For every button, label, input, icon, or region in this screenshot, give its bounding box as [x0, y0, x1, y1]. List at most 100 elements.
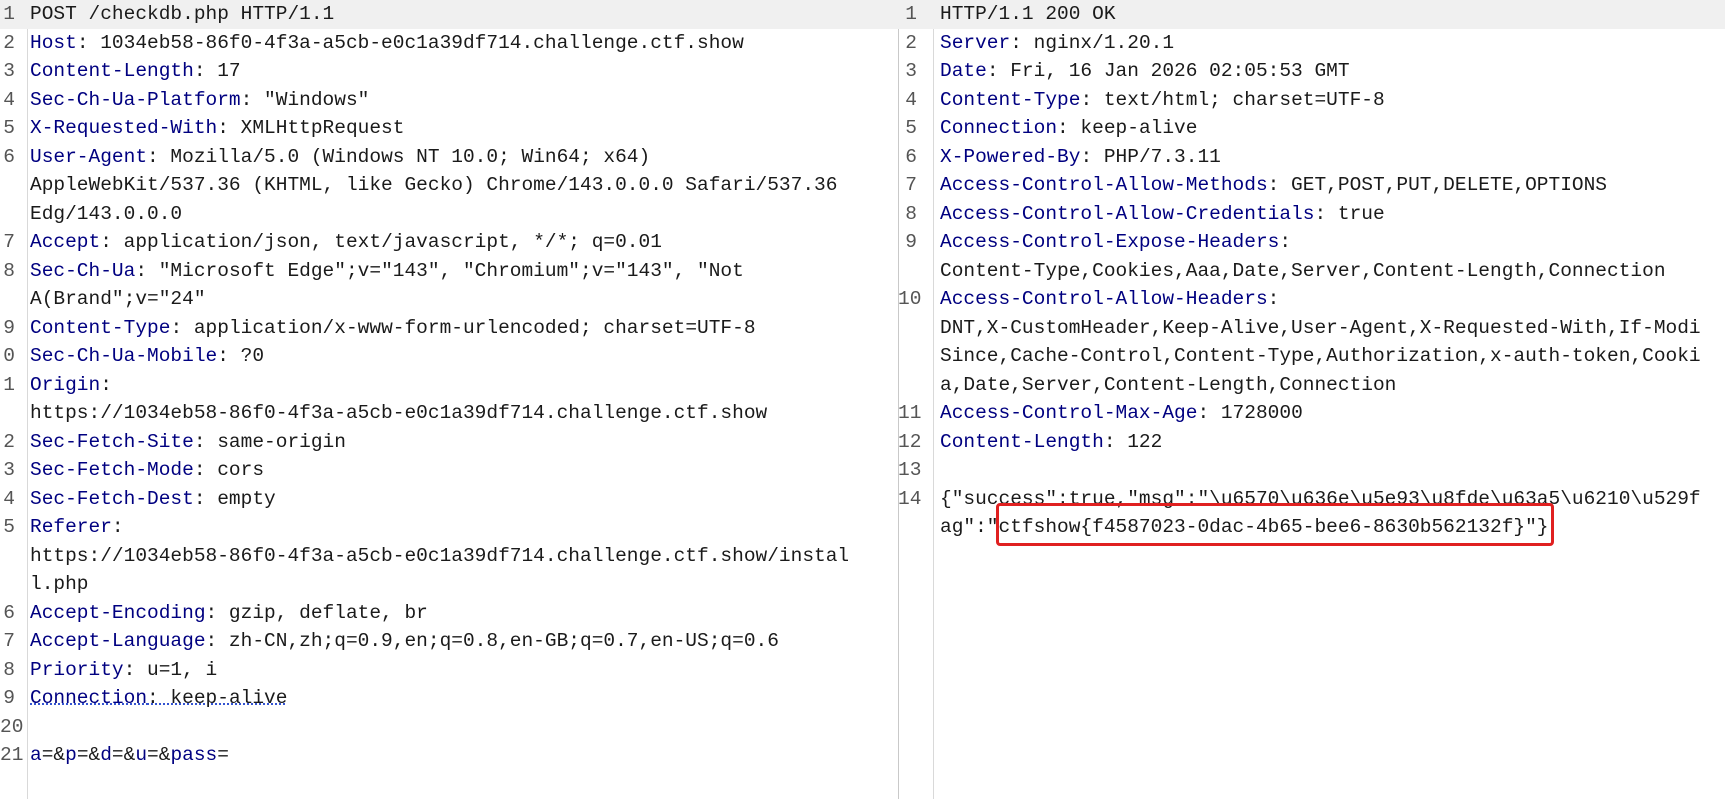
- response-line[interactable]: DNT,X-CustomHeader,Keep-Alive,User-Agent…: [898, 314, 1725, 343]
- request-line[interactable]: 2 Host: 1034eb58-86f0-4f3a-a5cb-e0c1a39df…: [0, 29, 898, 58]
- line-number: 3: [905, 60, 917, 82]
- header-name: Accept: [30, 231, 101, 253]
- response-line[interactable]: Since,Cache-Control,Content-Type,Authori…: [898, 342, 1725, 371]
- request-line[interactable]: 7 Accept: application/json, text/javascri…: [0, 228, 898, 257]
- response-line[interactable]: Content-Type,Cookies,Aaa,Date,Server,Con…: [898, 257, 1725, 286]
- request-line[interactable]: 6 User-Agent: Mozilla/5.0 (Windows NT 10.…: [0, 143, 898, 172]
- response-line[interactable]: 11 Access-Control-Max-Age: 1728000: [898, 399, 1725, 428]
- line-text: Content-Length: 17: [30, 57, 898, 86]
- request-line[interactable]: https://1034eb58-86f0-4f3a-a5cb-e0c1a39d…: [0, 542, 898, 571]
- request-line[interactable]: AppleWebKit/537.36 (KHTML, like Gecko) C…: [0, 171, 898, 200]
- request-line[interactable]: 4 Sec-Fetch-Dest: empty: [0, 485, 898, 514]
- response-line[interactable]: 7 Access-Control-Allow-Methods: GET,POST,…: [898, 171, 1725, 200]
- request-line[interactable]: 9 Connection: keep-alive: [0, 684, 898, 713]
- request-line[interactable]: 7 Accept-Language: zh-CN,zh;q=0.9,en;q=0.…: [0, 627, 898, 656]
- header-value: : empty: [193, 487, 276, 510]
- response-line[interactable]: 8 Access-Control-Allow-Credentials: true: [898, 200, 1725, 229]
- line-number: 8: [905, 202, 917, 225]
- request-line[interactable]: 2 Sec-Fetch-Site: same-origin: [0, 428, 898, 457]
- line-text: Access-Control-Allow-Credentials: true: [940, 200, 1725, 229]
- line-text: Sec-Ch-Ua-Mobile: ?0: [30, 342, 898, 371]
- request-line[interactable]: 20: [0, 713, 898, 742]
- line-text: {"success":true,"msg":"\u6570\u636e\u5e9…: [940, 485, 1725, 514]
- response-line[interactable]: 1 HTTP/1.1 200 OK: [898, 0, 1725, 29]
- request-line[interactable]: 5 Referer:: [0, 513, 898, 542]
- header-name: Access-Control-Allow-Credentials: [940, 202, 1315, 225]
- header-value: https://1034eb58-86f0-4f3a-a5cb-e0c1a39d…: [30, 544, 850, 567]
- response-editor-pane[interactable]: 1 HTTP/1.1 200 OK 2 Server: nginx/1.20.1 3 Da…: [898, 0, 1725, 799]
- header-name: Sec-Fetch-Mode: [30, 459, 194, 481]
- request-editor-pane[interactable]: 1 POST /checkdb.php HTTP/1.1 2 Host: 1034eb…: [0, 0, 898, 799]
- response-line[interactable]: ag":"ctfshow{f4587023-0dac-4b65-bee6-863…: [898, 513, 1725, 542]
- response-line[interactable]: 2 Server: nginx/1.20.1: [898, 29, 1725, 58]
- header-name: X-Requested-With: [30, 117, 218, 139]
- line-text: DNT,X-CustomHeader,Keep-Alive,User-Agent…: [940, 314, 1725, 343]
- header-name: Server: [940, 31, 1011, 54]
- response-line[interactable]: 12 Content-Length: 122: [898, 428, 1725, 457]
- line-number: 20: [0, 715, 24, 738]
- line-text: Accept-Encoding: gzip, deflate, br: [30, 599, 898, 628]
- header-value: POST /checkdb.php HTTP/1.1: [30, 3, 335, 25]
- line-text: Accept: application/json, text/javascrip…: [30, 228, 898, 257]
- request-line[interactable]: l.php: [0, 570, 898, 599]
- request-line[interactable]: https://1034eb58-86f0-4f3a-a5cb-e0c1a39d…: [0, 399, 898, 428]
- header-value: : gzip, deflate, br: [205, 601, 428, 624]
- body-param-separator: =: [217, 744, 229, 766]
- header-value: : "Microsoft Edge";v="143", "Chromium";v…: [135, 259, 744, 282]
- header-value: : 17: [193, 60, 241, 82]
- header-name: Sec-Fetch-Site: [30, 430, 194, 453]
- response-line[interactable]: 10 Access-Control-Allow-Headers:: [898, 285, 1725, 314]
- request-line[interactable]: Edg/143.0.0.0: [0, 200, 898, 229]
- line-text: Content-Type,Cookies,Aaa,Date,Server,Con…: [940, 257, 1725, 286]
- request-line[interactable]: 21 a=&p=&d=&u=&pass=: [0, 741, 898, 770]
- header-value: : "Windows": [240, 88, 370, 111]
- response-line[interactable]: 6 X-Powered-By: PHP/7.3.11: [898, 143, 1725, 172]
- line-number: 10: [898, 288, 922, 310]
- request-line[interactable]: A(Brand";v="24": [0, 285, 898, 314]
- header-value: https://1034eb58-86f0-4f3a-a5cb-e0c1a39d…: [30, 402, 768, 424]
- request-line[interactable]: 3 Sec-Fetch-Mode: cors: [0, 456, 898, 485]
- request-line[interactable]: 0 Sec-Ch-Ua-Mobile: ?0: [0, 342, 898, 371]
- response-line[interactable]: 3 Date: Fri, 16 Jan 2026 02:05:53 GMT: [898, 57, 1725, 86]
- line-number: 1: [3, 3, 15, 25]
- line-text: Accept-Language: zh-CN,zh;q=0.9,en;q=0.8…: [30, 627, 898, 656]
- header-value: : text/html; charset=UTF-8: [1080, 88, 1385, 111]
- request-line[interactable]: 3 Content-Length: 17: [0, 57, 898, 86]
- line-text: Content-Type: text/html; charset=UTF-8: [940, 86, 1725, 115]
- line-number: 9: [3, 687, 15, 709]
- line-text: Referer:: [30, 513, 898, 542]
- header-name: Priority: [30, 658, 124, 681]
- line-text: a,Date,Server,Content-Length,Connection: [940, 371, 1725, 400]
- header-value: : true: [1314, 202, 1385, 225]
- line-number: 1: [905, 3, 917, 25]
- line-text: Connection: keep-alive: [30, 684, 898, 713]
- request-line[interactable]: 1 Origin:: [0, 371, 898, 400]
- response-line[interactable]: 14 {"success":true,"msg":"\u6570\u636e\u5…: [898, 485, 1725, 514]
- request-line[interactable]: 9 Content-Type: application/x-www-form-ur…: [0, 314, 898, 343]
- request-line[interactable]: 6 Accept-Encoding: gzip, deflate, br: [0, 599, 898, 628]
- line-number: 9: [905, 231, 917, 253]
- line-text: Sec-Ch-Ua-Platform: "Windows": [30, 86, 898, 115]
- response-line[interactable]: 9 Access-Control-Expose-Headers:: [898, 228, 1725, 257]
- line-number: 2: [3, 31, 15, 54]
- line-number: 7: [3, 630, 15, 652]
- header-value: : ?0: [217, 345, 265, 367]
- response-line[interactable]: 4 Content-Type: text/html; charset=UTF-8: [898, 86, 1725, 115]
- request-line[interactable]: 4 Sec-Ch-Ua-Platform: "Windows": [0, 86, 898, 115]
- line-text: Access-Control-Expose-Headers:: [940, 228, 1725, 257]
- request-line[interactable]: 1 POST /checkdb.php HTTP/1.1: [0, 0, 898, 29]
- response-line[interactable]: 13: [898, 456, 1725, 485]
- header-value: : nginx/1.20.1: [1010, 31, 1175, 54]
- request-line[interactable]: 8 Sec-Ch-Ua: "Microsoft Edge";v="143", "C…: [0, 257, 898, 286]
- header-name: Access-Control-Expose-Headers: [940, 231, 1280, 253]
- header-name: Referer: [30, 516, 112, 538]
- header-name: Sec-Ch-Ua: [30, 259, 136, 282]
- header-value: l.php: [30, 573, 89, 595]
- line-text: l.php: [30, 570, 898, 599]
- response-line[interactable]: 5 Connection: keep-alive: [898, 114, 1725, 143]
- response-line[interactable]: a,Date,Server,Content-Length,Connection: [898, 371, 1725, 400]
- request-line[interactable]: 5 X-Requested-With: XMLHttpRequest: [0, 114, 898, 143]
- request-line[interactable]: 8 Priority: u=1, i: [0, 656, 898, 685]
- line-number: 8: [3, 658, 15, 681]
- line-number: 2: [3, 430, 15, 453]
